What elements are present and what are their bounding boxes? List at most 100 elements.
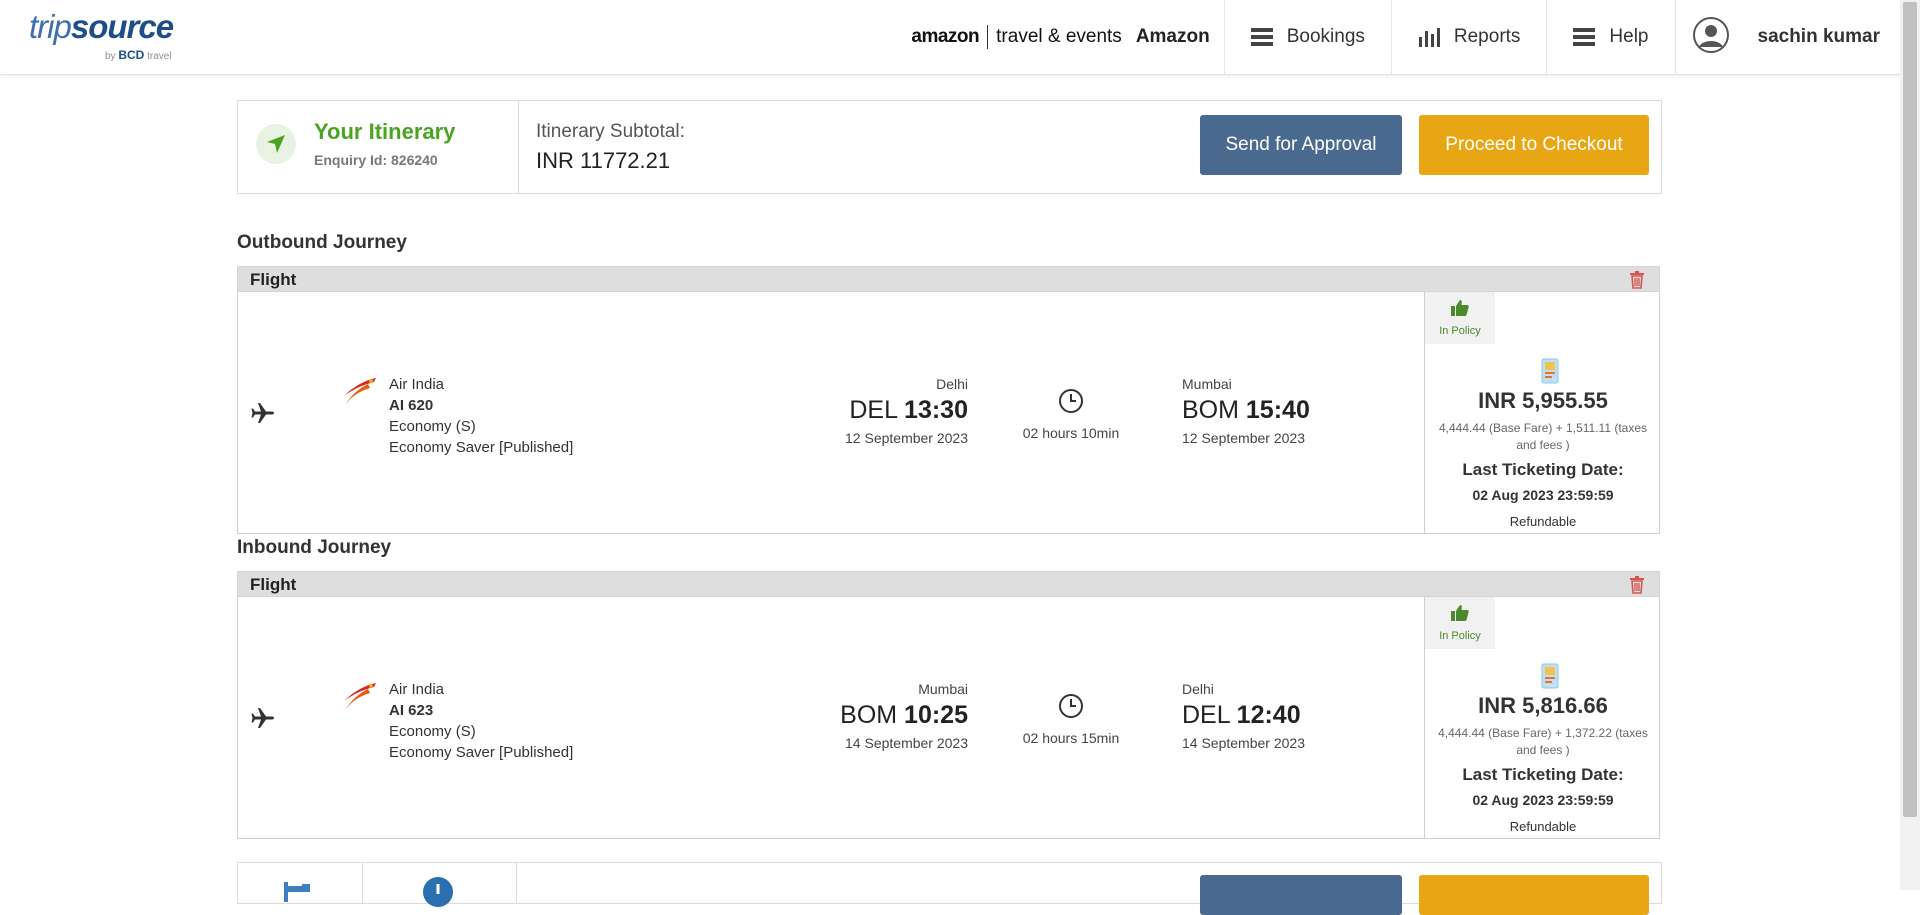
last-ticketing-label: Last Ticketing Date: (1462, 460, 1624, 479)
fare-type: Economy Saver [Published] (389, 439, 574, 456)
trash-icon[interactable] (1629, 576, 1645, 599)
send-for-approval-button[interactable]: Send for Approval (1200, 115, 1402, 175)
arrival-date: 12 September 2023 (1182, 430, 1305, 446)
arrival-city: Delhi (1182, 681, 1214, 697)
last-ticketing-date: 02 Aug 2023 23:59:59 (1472, 487, 1614, 503)
duration-info: 02 hours 10min (971, 388, 1171, 441)
arrival-clock: 15:40 (1245, 396, 1310, 424)
clock-icon (1058, 389, 1084, 418)
company-logo-divider (987, 25, 989, 49)
policy-status: In Policy (1439, 325, 1481, 337)
departure-city: Mumbai (918, 681, 968, 697)
departure-time: DEL 13:30 (708, 396, 968, 425)
departure-code: BOM (840, 701, 898, 729)
departure-city: Delhi (936, 376, 968, 392)
page-scrollbar[interactable] (1900, 0, 1920, 890)
flight-card-label: Flight (250, 270, 297, 289)
company-logo-text: travel & events (996, 26, 1122, 47)
proceed-to-checkout-button[interactable]: Proceed to Checkout (1419, 115, 1649, 175)
last-ticketing-date: 02 Aug 2023 23:59:59 (1472, 792, 1614, 808)
last-ticketing-label: Last Ticketing Date: (1462, 765, 1624, 784)
nav-help-label: Help (1609, 26, 1649, 47)
air-india-logo (338, 681, 378, 716)
list-icon (1250, 27, 1273, 47)
airline-name: Air India (389, 376, 445, 393)
flight-card-body: Air India AI 623 Economy (S) Economy Sav… (237, 597, 1660, 839)
company-name: Amazon (1135, 26, 1210, 47)
cabin-class: Economy (S) (389, 418, 476, 435)
refund-status: Refundable (1509, 819, 1577, 834)
fare-card-icon (1541, 358, 1559, 389)
itinerary-header: Your Itinerary Enquiry Id: 826240 (238, 101, 519, 193)
refund-status: Refundable (1509, 514, 1577, 529)
departure-code: DEL (849, 396, 898, 424)
seat-icon (282, 880, 316, 907)
itinerary-title: Your Itinerary (314, 119, 456, 144)
arrival-time: BOM 15:40 (1182, 396, 1442, 425)
top-header: tripsource by BCD travel amazon travel &… (0, 0, 1900, 75)
arrival-city: Mumbai (1182, 376, 1232, 392)
logo-wordmark: tripsource (29, 8, 174, 45)
user-avatar-icon (1692, 16, 1730, 59)
bottom-send-for-approval-button[interactable] (1200, 875, 1402, 915)
flight-card-header: Flight (237, 571, 1660, 597)
company-logo: amazon travel & events (911, 25, 1122, 49)
fare-price: INR 5,816.66 (1478, 693, 1608, 718)
enquiry-id: Enquiry Id: 826240 (314, 152, 438, 168)
user-name: sachin kumar (1757, 26, 1881, 47)
bar-chart-icon (1418, 27, 1440, 47)
departure-info: Delhi DEL 13:30 12 September 2023 (708, 376, 968, 446)
arrival-info: Delhi DEL 12:40 14 September 2023 (1182, 681, 1442, 751)
bottom-summary-bar (237, 862, 1662, 915)
nav-reports[interactable]: Reports (1390, 0, 1547, 74)
outbound-journey-title: Outbound Journey (237, 232, 407, 253)
flight-duration: 02 hours 10min (1022, 425, 1120, 441)
flight-duration: 02 hours 15min (1022, 730, 1120, 746)
logo-subtitle: by BCD travel (105, 48, 172, 62)
airline-info: Air India AI 620 Economy (S) Economy Sav… (389, 374, 573, 458)
departure-info: Mumbai BOM 10:25 14 September 2023 (708, 681, 968, 751)
fare-breakdown: 4,444.44 (Base Fare) + 1,511.11 (taxes a… (1438, 421, 1647, 452)
arrival-clock: 12:40 (1236, 701, 1301, 729)
thumbs-up-icon (1450, 605, 1470, 627)
nav-bookings[interactable]: Bookings (1223, 0, 1391, 74)
flight-card-label: Flight (250, 575, 297, 594)
arrival-code: DEL (1182, 701, 1230, 729)
price-panel: In Policy INR 5,816.66 4,444.44 (Base Fa… (1424, 597, 1661, 839)
airline-name: Air India (389, 681, 445, 698)
nav-help[interactable]: Help (1546, 0, 1674, 74)
flight-card-header: Flight (237, 266, 1660, 292)
policy-badge: In Policy (1425, 292, 1495, 344)
outbound-flight-card: Flight Air India AI 620 Economy (S) Econ… (237, 266, 1660, 534)
nav-bookings-label: Bookings (1286, 26, 1365, 47)
flight-number: AI 620 (389, 397, 434, 414)
arrival-info: Mumbai BOM 15:40 12 September 2023 (1182, 376, 1442, 446)
arrival-code: BOM (1182, 396, 1239, 424)
plane-icon (250, 705, 276, 736)
navigation-arrow-icon (256, 124, 296, 164)
departure-time: BOM 10:25 (708, 701, 968, 730)
tripsource-logo[interactable]: tripsource by BCD travel (29, 8, 199, 64)
list-icon (1573, 27, 1596, 47)
nav-reports-label: Reports (1453, 26, 1521, 47)
plane-icon (250, 400, 276, 431)
price-panel: In Policy INR 5,955.55 4,444.44 (Base Fa… (1424, 292, 1661, 534)
fare-price: INR 5,955.55 (1478, 388, 1608, 413)
info-icon (423, 877, 453, 912)
arrival-date: 14 September 2023 (1182, 735, 1305, 751)
airline-info: Air India AI 623 Economy (S) Economy Sav… (389, 679, 573, 763)
trash-icon[interactable] (1629, 271, 1645, 294)
arrival-time: DEL 12:40 (1182, 701, 1442, 730)
clock-icon (1058, 694, 1084, 723)
fare-type: Economy Saver [Published] (389, 744, 574, 761)
bottom-proceed-to-checkout-button[interactable] (1419, 875, 1649, 915)
scrollbar-thumb[interactable] (1903, 2, 1917, 817)
fare-breakdown: 4,444.44 (Base Fare) + 1,372.22 (taxes a… (1438, 726, 1648, 757)
departure-date: 12 September 2023 (845, 430, 968, 446)
thumbs-up-icon (1450, 300, 1470, 322)
departure-clock: 10:25 (904, 701, 968, 729)
bottom-divider (362, 863, 363, 903)
air-india-logo (338, 376, 378, 411)
inbound-journey-title: Inbound Journey (237, 537, 392, 558)
user-menu[interactable]: sachin kumar (1674, 0, 1881, 74)
